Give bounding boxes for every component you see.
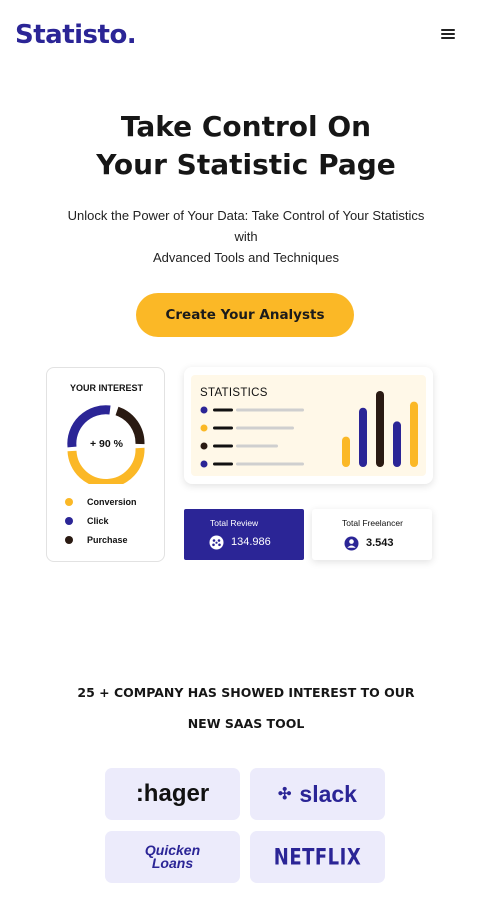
purchase-dot-icon xyxy=(65,535,73,544)
click-dot-icon xyxy=(65,516,73,525)
legend-label: Click xyxy=(87,515,109,526)
interest-legend: Conversion Click Purchase xyxy=(65,492,137,549)
hero-subtitle-line-2: with xyxy=(234,229,258,244)
netflix-logo[interactable]: NETFLIX xyxy=(250,831,385,883)
total-review-label: Total Review xyxy=(210,518,259,528)
legend-item: Click xyxy=(65,511,137,530)
hager-logo[interactable]: :hager xyxy=(105,768,240,820)
hager-logo-text: :hager xyxy=(135,780,210,807)
conversion-dot-icon xyxy=(65,497,73,506)
slack-logo-text: slack xyxy=(299,780,357,807)
legend-item: Purchase xyxy=(65,530,137,549)
total-freelancer-value: 3.543 xyxy=(366,537,394,549)
legend-item: Conversion xyxy=(65,492,137,511)
hero-subtitle: Unlock the Power of Your Data: Take Cont… xyxy=(20,205,472,268)
slack-logo[interactable]: ✣ slack xyxy=(250,768,385,820)
statistics-bar xyxy=(376,391,384,467)
hero-title-line-1: Take Control On xyxy=(120,110,372,143)
company-heading-line-2: NEW SAAS TOOL xyxy=(187,716,305,731)
brand-logo[interactable]: Statisto. xyxy=(15,20,137,50)
statistics-bar xyxy=(393,421,401,467)
interest-card-title: YOUR INTEREST xyxy=(69,383,143,393)
total-review-value: 134.986 xyxy=(231,536,271,548)
hamburger-menu-icon[interactable] xyxy=(438,27,460,45)
user-icon xyxy=(344,536,359,551)
statistics-panel: STATISTICS xyxy=(191,375,426,476)
legend-label: Conversion xyxy=(87,496,137,507)
total-review-card: Total Review 134.986 xyxy=(184,509,304,560)
quicken-logo-line-2: Loans xyxy=(151,855,194,871)
interest-card: YOUR INTEREST + 90 % Conversion Click Pu… xyxy=(46,367,165,562)
legend-label: Purchase xyxy=(87,534,128,545)
donut-percentage: + 90 % xyxy=(90,438,123,450)
total-freelancer-card: Total Freelancer 3.543 xyxy=(312,509,432,560)
company-interest-heading: 25 + COMPANY HAS SHOWED INTEREST TO OUR … xyxy=(0,677,492,739)
hero-subtitle-line-1: Unlock the Power of Your Data: Take Cont… xyxy=(67,208,425,223)
statistics-bar xyxy=(410,401,418,467)
rating-icon xyxy=(209,535,224,550)
company-heading-line-1: 25 + COMPANY HAS SHOWED INTEREST TO OUR xyxy=(77,685,415,700)
statistics-card: STATISTICS xyxy=(184,367,433,484)
hero-title-line-2: Your Statistic Page xyxy=(96,148,396,181)
statistics-graphic-icon xyxy=(200,391,418,468)
netflix-logo-text: NETFLIX xyxy=(273,843,362,871)
hero-subtitle-line-3: Advanced Tools and Techniques xyxy=(153,250,339,265)
statistics-bar xyxy=(342,436,350,467)
create-analysts-button[interactable]: Create Your Analysts xyxy=(136,293,354,337)
total-freelancer-label: Total Freelancer xyxy=(342,518,403,528)
statistics-bar xyxy=(359,407,367,467)
hero-title: Take Control On Your Statistic Page xyxy=(0,108,492,184)
slack-hash-icon: ✣ xyxy=(278,786,292,803)
quicken-loans-logo[interactable]: Quicken Loans xyxy=(105,831,240,883)
